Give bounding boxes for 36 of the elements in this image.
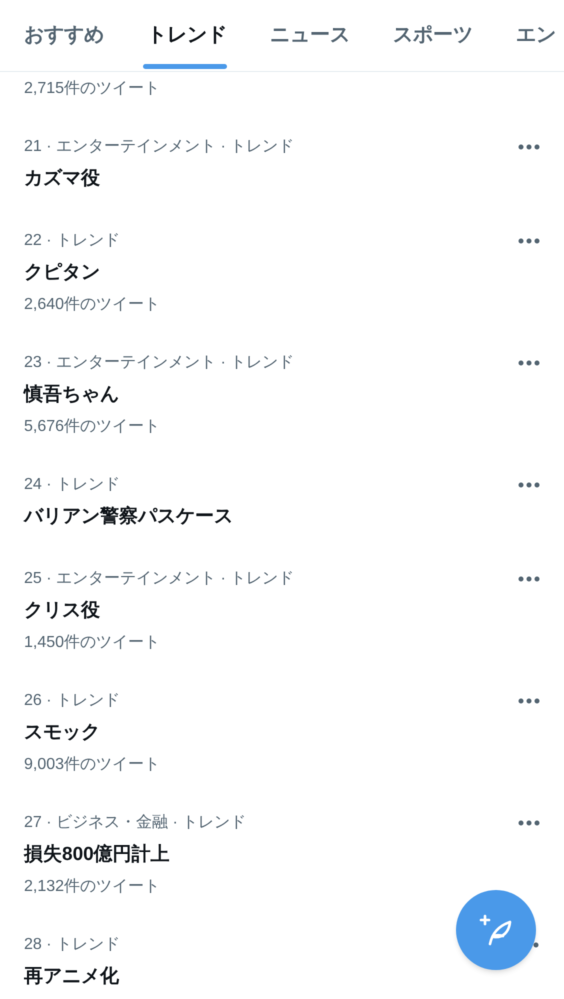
trend-title[interactable]: クリス役 (24, 596, 100, 626)
trend-category: 26 · トレンド (24, 691, 120, 711)
more-icon[interactable] (518, 360, 540, 366)
trend-category: 23 · エンターテインメント · トレンド (24, 353, 294, 373)
more-icon[interactable] (518, 482, 540, 488)
tweet-count: 1,450件のツイート (24, 633, 160, 653)
trend-category: 24 · トレンド (24, 475, 120, 495)
trend-title[interactable]: 再アニメ化 (24, 962, 119, 992)
trend-title[interactable]: 慎吾ちゃん (24, 380, 119, 410)
tab[interactable]: ニュース (246, 0, 369, 71)
tweet-count: 9,003件のツイート (24, 755, 160, 775)
tab[interactable]: エン (492, 0, 564, 71)
trend-category: 21 · エンターテインメント · トレンド (24, 137, 294, 157)
trend-category: 25 · エンターテインメント · トレンド (24, 569, 294, 589)
more-icon[interactable] (518, 576, 540, 582)
trend-title[interactable]: クピタン (24, 258, 100, 288)
tab[interactable]: スポーツ (369, 0, 492, 71)
trend-title[interactable]: スモック (24, 718, 100, 748)
compose-feather-icon (478, 912, 514, 948)
tab[interactable]: おすすめ (0, 0, 123, 71)
more-icon[interactable] (518, 698, 540, 704)
more-icon[interactable] (518, 144, 540, 150)
tweet-count: 2,132件のツイート (24, 877, 160, 897)
trend-category: 28 · トレンド (24, 935, 120, 955)
trend-title[interactable]: バリアン警察パスケース (24, 502, 233, 532)
more-icon[interactable] (518, 238, 540, 244)
tweet-count: 5,676件のツイート (24, 417, 160, 437)
tweet-count: 2,640件のツイート (24, 295, 160, 315)
tab[interactable]: トレンド (123, 0, 246, 71)
trend-title[interactable]: カズマ役 (24, 164, 100, 194)
trend-category: 22 · トレンド (24, 231, 120, 251)
tweet-count: 2,715件のツイート (24, 79, 160, 99)
more-icon[interactable] (518, 820, 540, 826)
more-icon[interactable] (533, 942, 539, 948)
trend-title[interactable]: 損失800億円計上 (24, 840, 170, 870)
trend-category: 27 · ビジネス・金融 · トレンド (24, 813, 246, 833)
